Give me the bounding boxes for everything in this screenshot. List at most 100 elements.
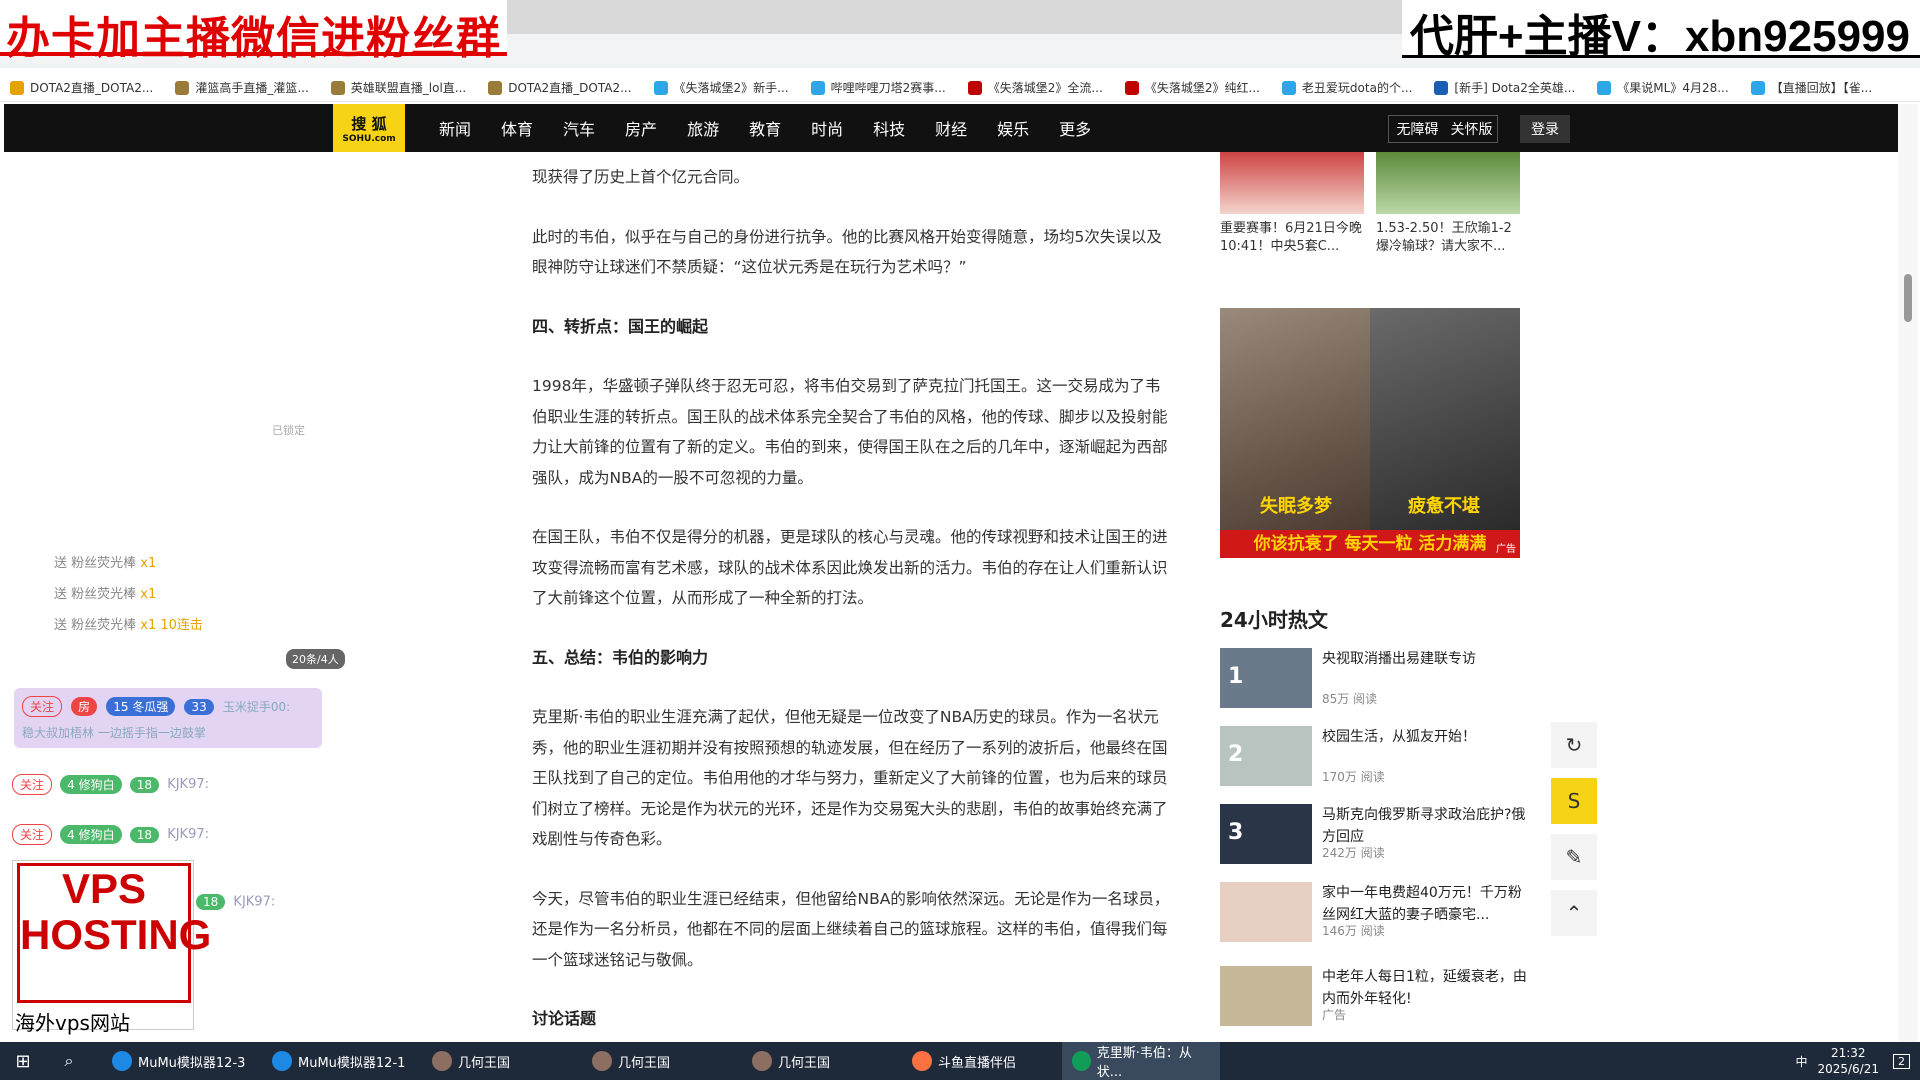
- hot-article-title[interactable]: 央视取消播出易建联专访: [1322, 648, 1532, 670]
- bookmark-item[interactable]: DOTA2直播_DOTA2...: [10, 79, 153, 96]
- edit-icon[interactable]: ✎: [1551, 834, 1597, 880]
- windows-start-icon[interactable]: ⊞: [0, 1042, 46, 1080]
- notification-icon[interactable]: 2: [1893, 1053, 1910, 1069]
- taskbar-app[interactable]: MuMu模拟器12-1: [262, 1042, 420, 1080]
- bookmark-item[interactable]: 灌篮高手直播_灌篮...: [175, 79, 309, 96]
- ime-indicator[interactable]: 中: [1795, 1053, 1807, 1070]
- news-caption[interactable]: 1.53-2.50！王欣瑜1-2爆冷输球？请大家不...: [1376, 220, 1520, 256]
- nav-item[interactable]: 科技: [873, 116, 905, 140]
- chat-user[interactable]: KJK97:: [233, 895, 275, 910]
- nav-items: 新闻 体育 汽车 房产 旅游 教育 时尚 科技 财经 娱乐 更多: [424, 104, 1106, 152]
- hot-article-reads: 242万 阅读: [1322, 846, 1385, 860]
- bookmark-favicon-icon: [175, 80, 190, 95]
- clock[interactable]: 21:32 2025/6/21: [1817, 1045, 1879, 1077]
- hot-article-item[interactable]: 2 校园生活，从狐友开始！ 170万 阅读: [1220, 726, 1530, 790]
- refresh-icon[interactable]: ↻: [1551, 722, 1597, 768]
- user-level: 18: [196, 894, 226, 910]
- app-label: 几何王国: [778, 1055, 831, 1071]
- hot-article-item[interactable]: 家中一年电费超40万元！千万粉丝网红大蓝的妻子晒豪宅... 146万 阅读: [1220, 882, 1530, 946]
- fan-level: 4 修狗白: [60, 775, 122, 794]
- taskbar-app[interactable]: 几何王国: [742, 1042, 900, 1080]
- chat-user[interactable]: KJK97:: [167, 827, 209, 842]
- hot-article-reads: 170万 阅读: [1322, 770, 1385, 784]
- nav-item[interactable]: 时尚: [811, 116, 843, 140]
- care-mode-button[interactable]: 关怀版: [1446, 115, 1498, 143]
- chat-user[interactable]: 玉米捉手00:: [223, 700, 290, 714]
- ad-tag: 广告: [1496, 544, 1516, 555]
- app-label: MuMu模拟器12-1: [298, 1055, 406, 1071]
- app-label: 克里斯·韦伯：从状...: [1096, 1046, 1192, 1080]
- chat-user[interactable]: KJK97:: [167, 777, 209, 792]
- bookmark-item[interactable]: 《失落城堡2》新手...: [653, 79, 789, 96]
- hot-article-title[interactable]: 家中一年电费超40万元！千万粉丝网红大蓝的妻子晒豪宅...: [1322, 882, 1532, 926]
- hot-article-reads: 146万 阅读: [1322, 924, 1385, 938]
- nav-item[interactable]: 汽车: [563, 116, 595, 140]
- accessible-button[interactable]: 无障碍: [1388, 115, 1446, 143]
- article-paragraph: 克里斯·韦伯的职业生涯充满了起伏，但他无疑是一位改变了NBA历史的球员。作为一名…: [532, 708, 1168, 848]
- bookmark-label: 《失落城堡2》纯红...: [1144, 81, 1260, 95]
- bookmark-item[interactable]: 《失落城堡2》纯红...: [1124, 79, 1260, 96]
- follow-tag[interactable]: 关注: [12, 824, 53, 845]
- nav-item[interactable]: 体育: [501, 116, 533, 140]
- health-ad[interactable]: 失眠多梦 疲惫不堪 你该抗衰了 每天一粒 活力满满 广告: [1220, 308, 1520, 558]
- nav-item[interactable]: 财经: [935, 116, 967, 140]
- hot-articles-title: 24小时热文: [1220, 608, 1328, 632]
- hot-article-item[interactable]: 中老年人每日1粒，延缓衰老，由内而外年轻化! 广告: [1220, 966, 1530, 1030]
- nav-item[interactable]: 娱乐: [997, 116, 1029, 140]
- bookmark-item[interactable]: 英雄联盟直播_lol直...: [330, 79, 467, 96]
- hot-article-title[interactable]: 马斯克向俄罗斯寻求政治庇护?俄方回应: [1322, 804, 1532, 848]
- sohu-logo[interactable]: 搜 狐 SOHU.com: [333, 104, 405, 152]
- vps-ad-widget[interactable]: VPS HOSTING 海外vps网站: [12, 860, 211, 1035]
- news-thumbnail[interactable]: [1376, 152, 1520, 214]
- section-heading: 五、总结：韦伯的影响力: [532, 647, 709, 667]
- bookmark-label: 《失落城堡2》全流...: [987, 81, 1103, 95]
- gift-message: 送 粉丝荧光棒 x1 10连击: [54, 618, 203, 633]
- page-scrollbar[interactable]: [1898, 104, 1918, 1042]
- follow-tag[interactable]: 关注: [22, 696, 63, 717]
- search-icon[interactable]: ⌕: [46, 1042, 92, 1080]
- app-label: 几何王国: [618, 1055, 671, 1071]
- tab-strip[interactable]: [460, 0, 1410, 34]
- hot-article-title[interactable]: 中老年人每日1粒，延缓衰老，由内而外年轻化!: [1322, 966, 1532, 1010]
- login-button[interactable]: 登录: [1520, 115, 1570, 143]
- nav-item[interactable]: 教育: [749, 116, 781, 140]
- hot-article-title[interactable]: 校园生活，从狐友开始！: [1322, 726, 1532, 748]
- bookmark-label: 灌篮高手直播_灌篮...: [195, 81, 309, 95]
- bookmark-item[interactable]: 哔哩哔哩刀塔2赛事...: [810, 79, 946, 96]
- hot-article-reads: 广告: [1322, 1008, 1347, 1022]
- bookmark-item[interactable]: 《失落城堡2》全流...: [967, 79, 1103, 96]
- taskbar-app[interactable]: MuMu模拟器12-3: [102, 1042, 260, 1080]
- news-caption[interactable]: 重要赛事！6月21日今晚10:41！中央5套C...: [1220, 220, 1364, 256]
- nav-item[interactable]: 更多: [1059, 116, 1091, 140]
- user-level: 18: [129, 826, 160, 843]
- windows-taskbar: ⊞ ⌕ MuMu模拟器12-3 MuMu模拟器12-1 几何王国 几何王国 几何王国 斗鱼…: [0, 1042, 1920, 1080]
- app-icon: [432, 1051, 452, 1071]
- taskbar-app[interactable]: 几何王国: [422, 1042, 580, 1080]
- bookmark-item[interactable]: 老丑爱玩dota的个...: [1281, 79, 1412, 96]
- follow-tag[interactable]: 关注: [12, 774, 53, 795]
- bookmark-item[interactable]: 【直播回放】【雀...: [1750, 79, 1872, 96]
- article-paragraph: 1998年，华盛顿子弹队终于忍无可忍，将韦伯交易到了萨克拉门托国王。这一交易成为…: [532, 377, 1168, 487]
- taskbar-app[interactable]: 斗鱼直播伴侣: [902, 1042, 1060, 1080]
- bookmark-item[interactable]: [新手] Dota2全英雄...: [1434, 79, 1575, 96]
- hot-article-item[interactable]: 1 央视取消播出易建联专访 85万 阅读: [1220, 648, 1530, 712]
- news-thumbnail[interactable]: [1220, 152, 1364, 214]
- sohu-app-icon[interactable]: S: [1551, 778, 1597, 824]
- scroll-thumb[interactable]: [1904, 274, 1912, 322]
- taskbar-app[interactable]: 几何王国: [582, 1042, 740, 1080]
- nav-item[interactable]: 房产: [625, 116, 657, 140]
- app-icon: [912, 1051, 932, 1071]
- nav-item[interactable]: 新闻: [439, 116, 471, 140]
- locked-label: 已锁定: [272, 424, 305, 437]
- taskbar-app[interactable]: 克里斯·韦伯：从状...: [1062, 1042, 1220, 1080]
- fan-level: 15 冬瓜强: [106, 697, 176, 716]
- bookmark-favicon-icon: [810, 80, 825, 95]
- hot-article-item[interactable]: 3 马斯克向俄罗斯寻求政治庇护?俄方回应 242万 阅读: [1220, 804, 1530, 868]
- back-to-top-icon[interactable]: ⌃: [1551, 890, 1597, 936]
- bookmark-label: 英雄联盟直播_lol直...: [350, 81, 467, 95]
- nav-item[interactable]: 旅游: [687, 116, 719, 140]
- bookmark-item[interactable]: 《果说ML》4月28...: [1597, 79, 1729, 96]
- gift-message: 送 粉丝荧光棒 x1: [54, 587, 157, 602]
- bookmark-item[interactable]: DOTA2直播_DOTA2...: [488, 79, 632, 96]
- vps-hosting-graphic: VPS HOSTING: [17, 863, 211, 1003]
